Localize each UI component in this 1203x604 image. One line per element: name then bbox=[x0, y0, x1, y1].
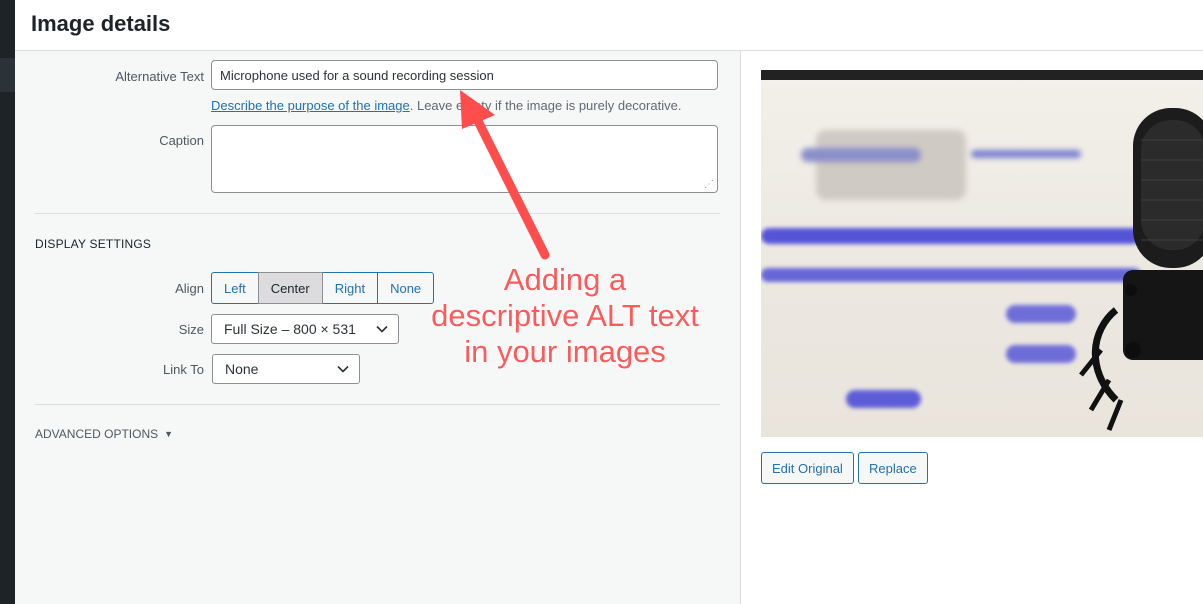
replace-button[interactable]: Replace bbox=[858, 452, 928, 484]
annotation-text: Adding a descriptive ALT text in your im… bbox=[415, 262, 715, 370]
size-select[interactable]: Full Size – 800 × 531 bbox=[211, 314, 399, 344]
caption-label: Caption bbox=[159, 133, 204, 148]
image-pane: Edit Original Replace bbox=[741, 51, 1203, 604]
resize-grip-icon[interactable]: ⋰ bbox=[704, 180, 714, 190]
alt-text-label: Alternative Text bbox=[115, 69, 204, 84]
section-divider bbox=[35, 404, 720, 405]
link-to-label: Link To bbox=[163, 362, 204, 377]
align-left-button[interactable]: Left bbox=[211, 272, 259, 304]
advanced-options-label: ADVANCED OPTIONS bbox=[35, 427, 159, 441]
align-label: Align bbox=[175, 281, 204, 296]
microphone-illustration bbox=[1079, 108, 1203, 431]
link-to-select[interactable]: None bbox=[212, 354, 360, 384]
align-button-group: Left Center Right None bbox=[211, 272, 435, 304]
size-select-value: Full Size – 800 × 531 bbox=[224, 321, 356, 337]
alt-text-value: Microphone used for a sound recording se… bbox=[220, 67, 494, 83]
size-label: Size bbox=[178, 322, 204, 337]
image-preview bbox=[761, 70, 1203, 437]
triangle-down-icon: ▼ bbox=[164, 429, 174, 439]
modal-title: Image details bbox=[31, 11, 171, 36]
annotation-arrow-icon bbox=[460, 90, 550, 260]
image-top-band bbox=[761, 70, 1203, 80]
admin-sidebar-strip bbox=[0, 0, 15, 604]
align-right-button[interactable]: Right bbox=[321, 272, 379, 304]
advanced-options-toggle[interactable]: ADVANCED OPTIONS ▼ bbox=[35, 427, 173, 441]
annotation-line: descriptive ALT text bbox=[431, 298, 699, 333]
chevron-down-icon bbox=[376, 325, 388, 333]
display-settings-heading: DISPLAY SETTINGS bbox=[35, 237, 152, 251]
describe-purpose-link[interactable]: Describe the purpose of the image bbox=[211, 98, 410, 113]
modal-header: Image details bbox=[15, 0, 1203, 51]
align-center-button[interactable]: Center bbox=[257, 272, 323, 304]
annotation-line: Adding a bbox=[503, 262, 627, 297]
chevron-down-icon bbox=[337, 365, 349, 373]
link-to-select-value: None bbox=[225, 361, 259, 377]
edit-original-button[interactable]: Edit Original bbox=[761, 452, 854, 484]
admin-menu-highlight bbox=[0, 58, 15, 92]
annotation-line: in your images bbox=[464, 334, 666, 369]
section-divider bbox=[35, 213, 720, 214]
